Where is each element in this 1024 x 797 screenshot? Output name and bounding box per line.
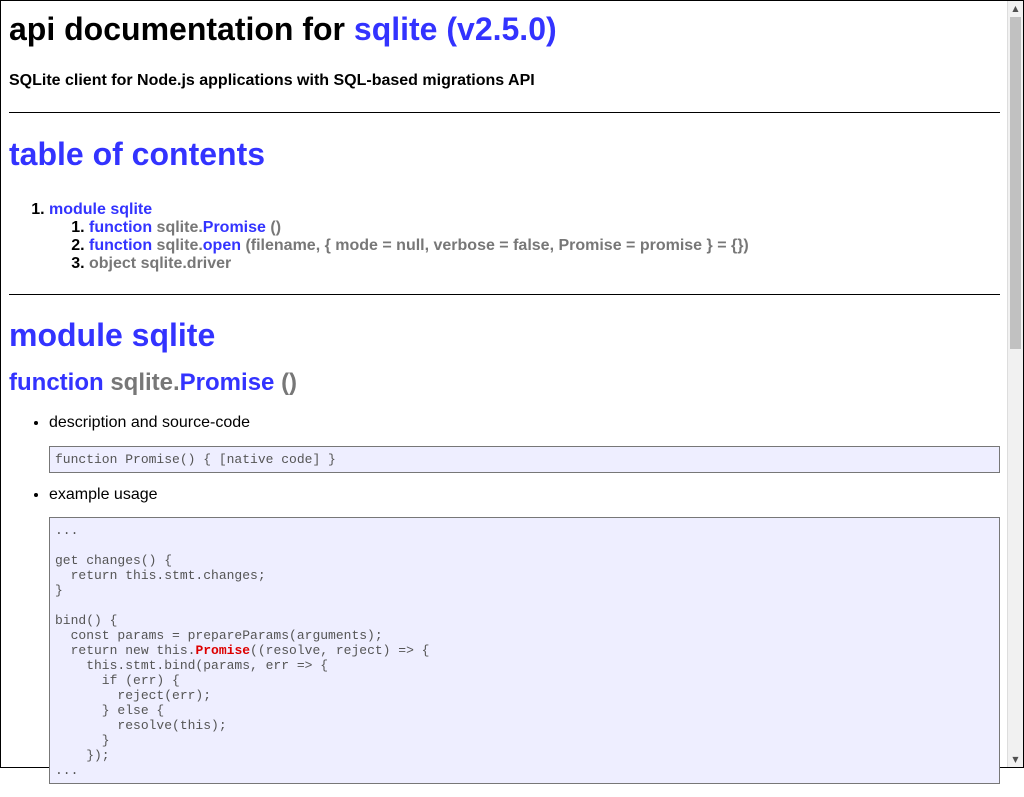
- function-details: description and source-code function Pro…: [9, 414, 1000, 784]
- fn-kind: function: [9, 369, 104, 396]
- version-link[interactable]: (v2.5.0): [446, 11, 556, 47]
- description-item: description and source-code function Pro…: [49, 414, 1000, 473]
- divider: [9, 294, 1000, 295]
- example-code-before: ... get changes() { return this.stmt.cha…: [55, 523, 383, 658]
- title-prefix: api documentation for: [9, 11, 345, 47]
- toc-sublist: function sqlite.Promise () function sqli…: [49, 219, 1000, 273]
- function-heading: function sqlite.Promise (): [9, 368, 1000, 398]
- example-item: example usage ... get changes() { return…: [49, 486, 1000, 784]
- example-code-after: ((resolve, reject) => { this.stmt.bind(p…: [55, 643, 430, 778]
- toc-item: function sqlite.open (filename, { mode =…: [89, 237, 1000, 255]
- fn-owner: sqlite.: [110, 369, 180, 396]
- toc-signature: (filename, { mode = null, verbose = fals…: [245, 237, 749, 254]
- description-label: description and source-code: [49, 414, 251, 431]
- toc-item-link-driver[interactable]: object sqlite.driver: [89, 255, 231, 272]
- toc-list: module sqlite function sqlite.Promise ()…: [9, 201, 1000, 273]
- page-title: api documentation for sqlite (v2.5.0): [9, 9, 1000, 49]
- doc-content: api documentation for sqlite (v2.5.0) SQ…: [9, 1, 1000, 797]
- toc-heading: table of contents: [9, 135, 1000, 173]
- toc-signature: (): [270, 219, 282, 236]
- example-code-highlight: Promise: [195, 643, 251, 658]
- scroll-up-icon[interactable]: ▲: [1008, 1, 1023, 16]
- toc-item-link-open[interactable]: function sqlite.open (filename, { mode =…: [89, 237, 749, 254]
- toc-kind: function: [89, 219, 153, 236]
- example-code-block: ... get changes() { return this.stmt.cha…: [49, 517, 1000, 784]
- example-label: example usage: [49, 486, 158, 503]
- scroll-down-icon[interactable]: ▼: [1008, 752, 1023, 767]
- toc-item: function sqlite.Promise (): [89, 219, 1000, 237]
- module-heading-link[interactable]: module sqlite: [9, 317, 215, 353]
- module-heading: module sqlite: [9, 316, 1000, 354]
- source-code-block: function Promise() { [native code] }: [49, 446, 1000, 473]
- function-heading-link[interactable]: function sqlite.Promise (): [9, 369, 297, 396]
- toc-item-module: module sqlite function sqlite.Promise ()…: [49, 201, 1000, 273]
- toc-heading-link[interactable]: table of contents: [9, 136, 265, 172]
- scroll-thumb[interactable]: [1010, 17, 1021, 349]
- toc-fn-name: Promise: [202, 219, 266, 236]
- toc-fn-name: open: [202, 237, 241, 254]
- toc-owner: sqlite.: [156, 237, 203, 254]
- package-description: SQLite client for Node.js applications w…: [9, 72, 535, 89]
- package-name-link[interactable]: sqlite: [354, 11, 438, 47]
- toc-item: object sqlite.driver: [89, 255, 1000, 273]
- toc-module-link[interactable]: module sqlite: [49, 201, 152, 218]
- divider: [9, 112, 1000, 113]
- vertical-scrollbar[interactable]: ▲ ▼: [1007, 1, 1023, 767]
- toc-owner: sqlite.: [156, 219, 203, 236]
- toc-kind: function: [89, 237, 153, 254]
- fn-name: Promise: [179, 369, 275, 396]
- fn-signature: (): [281, 369, 298, 396]
- toc-item-link-promise[interactable]: function sqlite.Promise (): [89, 219, 281, 236]
